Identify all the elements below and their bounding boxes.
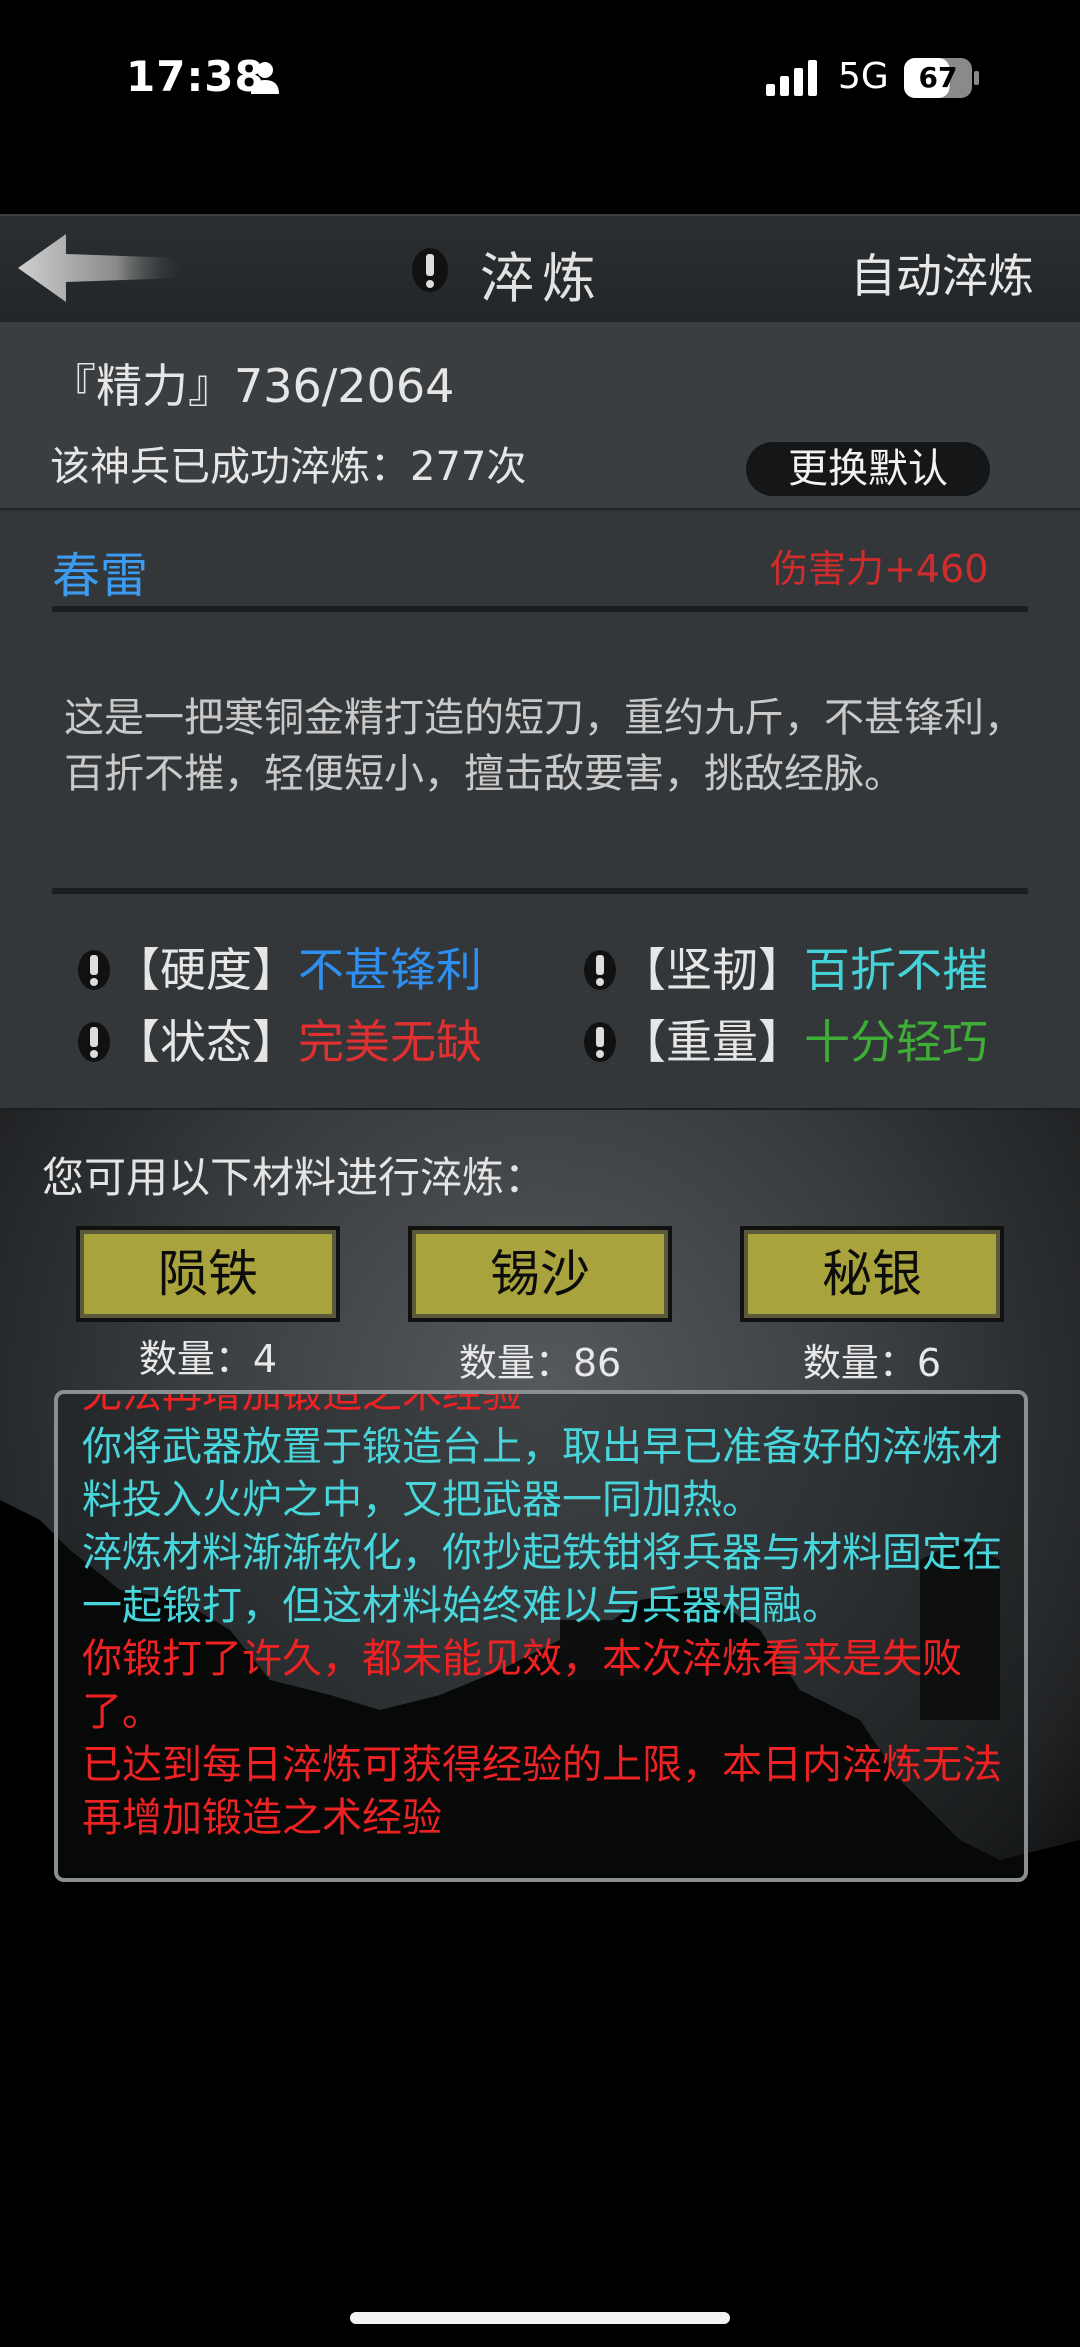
home-indicator[interactable] <box>350 2312 730 2324</box>
warning-icon[interactable] <box>76 948 112 992</box>
log-line: 你锻打了许久，都未能见效，本次淬炼看来是失败了。 <box>82 1636 962 1735</box>
attribute-value: 完美无缺 <box>298 1015 482 1069</box>
energy-text: 『精力』736/2064 <box>50 359 455 413</box>
attribute-condition: 【状态】完美无缺 <box>76 1006 482 1072</box>
battery-percent: 67 <box>918 61 958 94</box>
back-arrow-icon[interactable] <box>14 230 184 306</box>
warning-icon[interactable] <box>582 1020 618 1064</box>
attribute-label: 【状态】 <box>114 1015 298 1069</box>
attribute-hardness: 【硬度】不甚锋利 <box>76 934 482 1000</box>
divider <box>52 606 1028 612</box>
header-bar: 淬炼 自动淬炼 <box>0 214 1080 325</box>
weapon-name: 春雷 <box>52 548 149 604</box>
forge-count-text: 该神兵已成功淬炼：277次 <box>50 444 527 490</box>
attribute-label: 【硬度】 <box>114 943 298 997</box>
person-icon <box>251 62 279 94</box>
damage-text: 伤害力+460 <box>770 547 989 591</box>
auto-forge-button[interactable]: 自动淬炼 <box>850 240 1034 306</box>
weapon-description: 这是一把寒铜金精打造的短刀，重约九斤，不甚锋利，百折不摧，轻便短小，擅击敌要害，… <box>64 695 1024 797</box>
log-line: 你将武器放置于锻造台上，取出早已准备好的淬炼材料投入火炉之中，又把武器一同加热。 <box>82 1424 1002 1523</box>
material-button-meteoric-iron[interactable]: 陨铁 <box>76 1226 340 1322</box>
log-line: 淬炼材料渐渐软化，你抄起铁钳将兵器与材料固定在一起锻打，但这材料始终难以与兵器相… <box>82 1530 1002 1629</box>
materials-prompt: 您可用以下材料进行淬炼： <box>42 1153 547 1202</box>
stats-panel: 『精力』736/2064 该神兵已成功淬炼：277次 更换默认 <box>0 322 1080 511</box>
network-label: 5G <box>838 56 889 97</box>
log-line: 已达到每日淬炼可获得经验的上限，本日内淬炼无法再增加锻造之术经验 <box>82 1742 1002 1841</box>
switch-default-button[interactable]: 更换默认 <box>746 442 990 496</box>
divider <box>52 888 1028 894</box>
attribute-label: 【重量】 <box>620 1015 804 1069</box>
material-count: 数量：6 <box>802 1341 942 1385</box>
material-count: 数量：86 <box>458 1341 622 1385</box>
signal-icon <box>766 60 817 96</box>
warning-icon[interactable] <box>582 948 618 992</box>
attribute-value: 百折不摧 <box>804 943 988 997</box>
attribute-value: 十分轻巧 <box>804 1015 988 1069</box>
page-title: 淬炼 <box>480 247 604 310</box>
attribute-value: 不甚锋利 <box>298 943 482 997</box>
material-button-mithril[interactable]: 秘银 <box>740 1226 1004 1322</box>
material-button-tin-sand[interactable]: 锡沙 <box>408 1226 672 1322</box>
battery-icon: 67 <box>904 58 980 98</box>
forge-log[interactable]: 无法再增加锻造之术经验 你将武器放置于锻造台上，取出早已准备好的淬炼材料投入火炉… <box>54 1390 1028 1882</box>
status-time: 17:38 <box>126 52 265 101</box>
warning-icon[interactable] <box>76 1020 112 1064</box>
attribute-weight: 【重量】十分轻巧 <box>582 1006 988 1072</box>
material-count: 数量：4 <box>138 1337 278 1381</box>
attribute-label: 【坚韧】 <box>620 943 804 997</box>
log-line: 无法再增加锻造之术经验 <box>82 1390 522 1417</box>
weapon-panel: 春雷 伤害力+460 这是一把寒铜金精打造的短刀，重约九斤，不甚锋利，百折不摧，… <box>0 510 1080 1111</box>
attribute-toughness: 【坚韧】百折不摧 <box>582 934 988 1000</box>
warning-icon[interactable] <box>410 246 450 294</box>
